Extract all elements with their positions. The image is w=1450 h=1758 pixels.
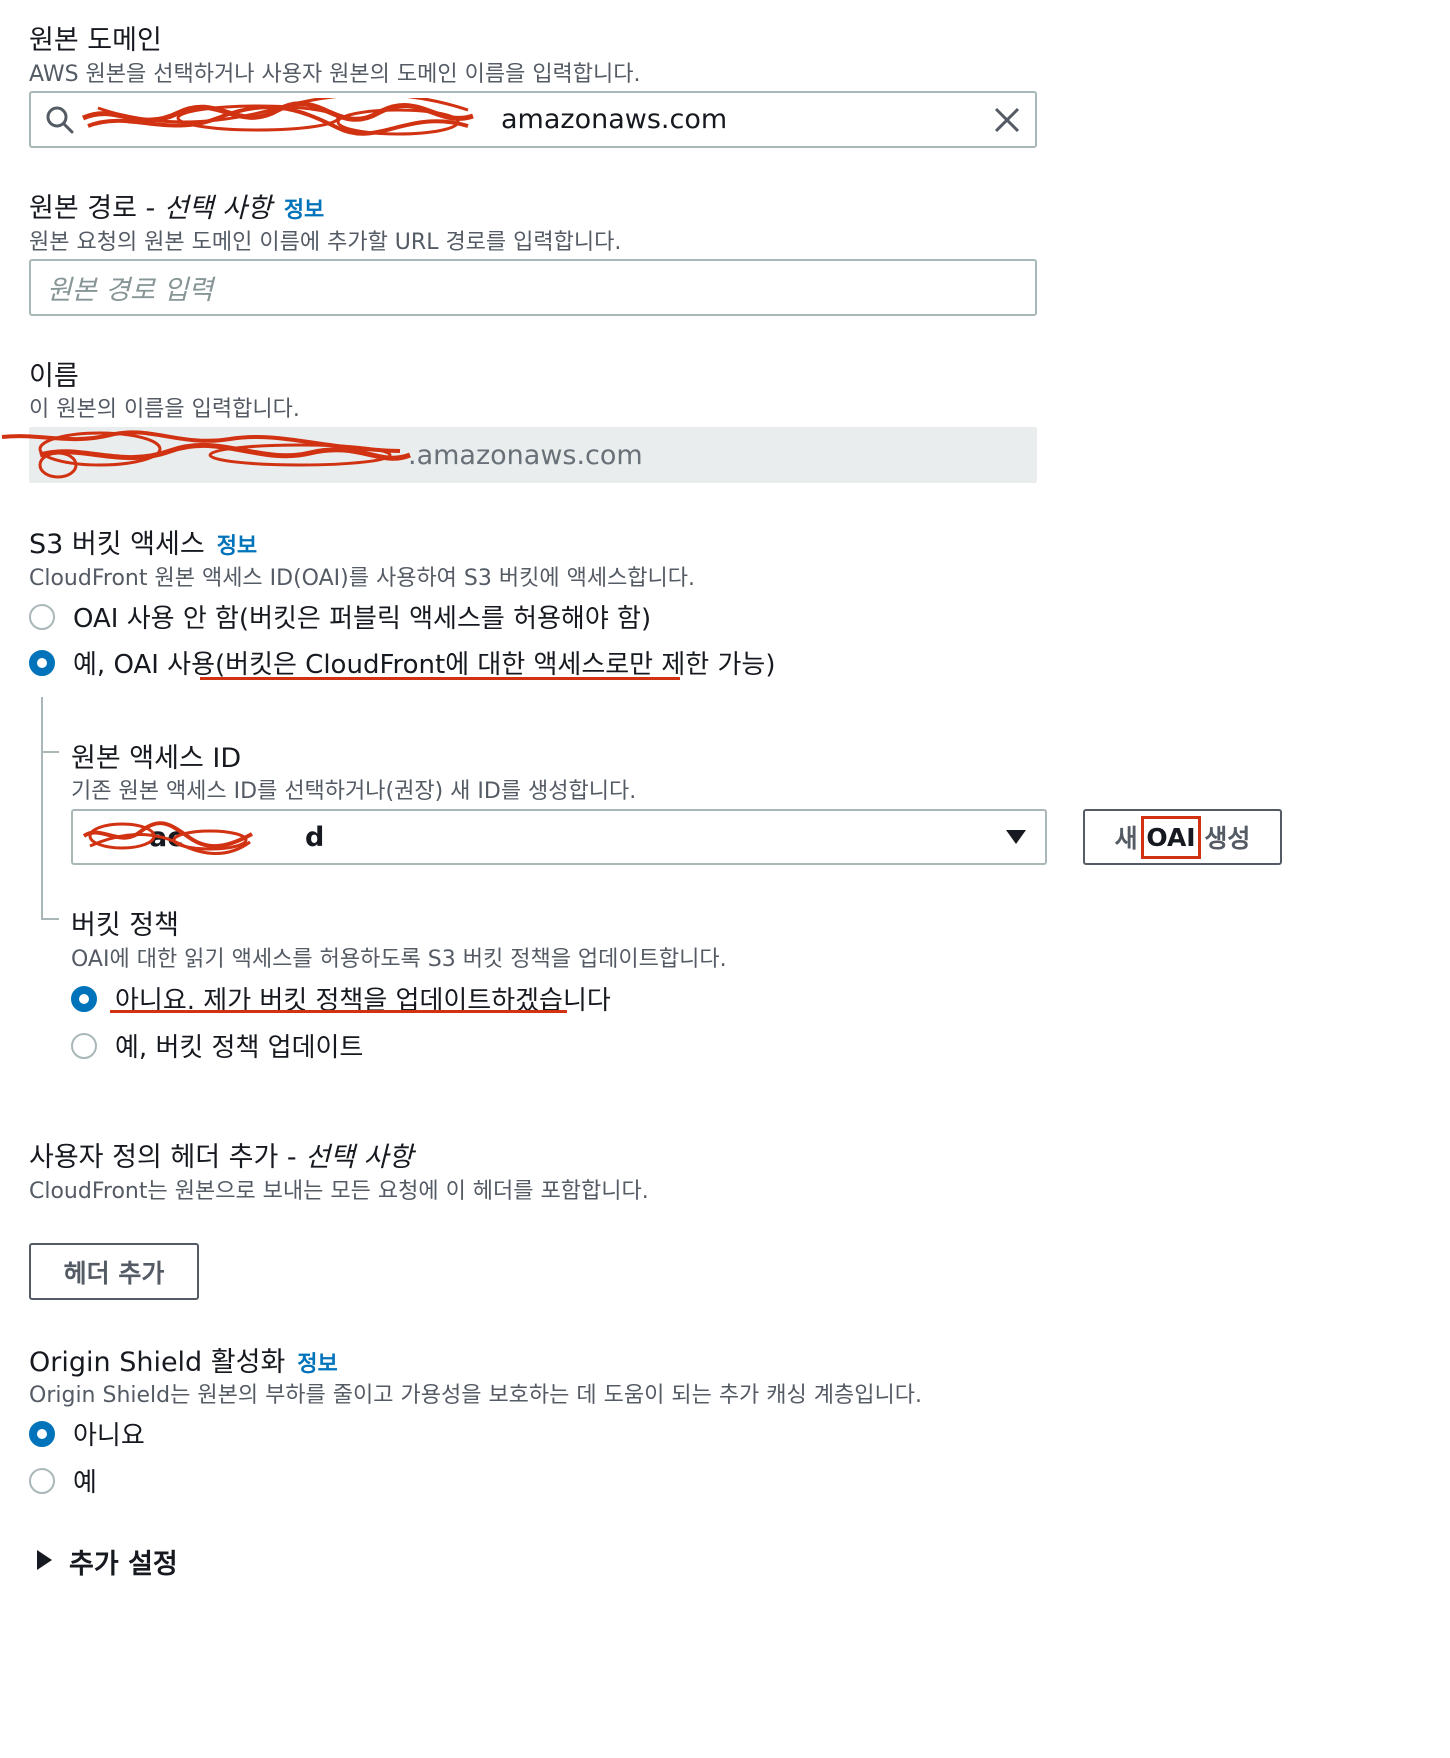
s3-access-option-use-oai[interactable]: 예, OAI 사용(버킷은 CloudFront에 대한 액세스로만 제한 가능… [29,644,775,681]
caret-right-icon [35,1549,53,1575]
optional-tag: 선택 사항 [305,1142,414,1173]
custom-headers-description: CloudFront는 원본으로 보내는 모든 요청에 이 헤더를 포함합니다. [29,1179,649,1204]
origin-path-label-text: 원본 경로 - [29,193,164,224]
redaction-scribble-oai [82,821,253,855]
annotation-box [1141,815,1201,859]
radio-button-selected[interactable] [71,985,97,1012]
custom-headers-label: 사용자 정의 헤더 추가 - 선택 사항 [29,1135,413,1174]
name-label: 이름 [29,361,79,392]
origin-shield-option-no[interactable]: 아니요 [29,1415,145,1452]
origin-shield-label-text: Origin Shield 활성화 [29,1347,286,1378]
radio-button-selected[interactable] [29,1420,55,1447]
tree-connector [41,697,43,919]
origin-domain-value: amazonaws.com [501,104,728,135]
custom-headers-label-text: 사용자 정의 헤더 추가 - [29,1142,306,1173]
origin-path-input[interactable]: 원본 경로 입력 [29,259,1037,316]
radio-button-selected[interactable] [29,649,55,676]
s3-access-label-text: S3 버킷 액세스 [29,529,205,560]
info-link[interactable]: 정보 [297,1352,337,1377]
create-oai-suffix: 생성 [1195,824,1251,853]
origin-shield-description: Origin Shield는 원본의 부하를 줄이고 가용성을 보호하는 데 도… [29,1383,922,1408]
tree-connector-branch [41,751,59,753]
radio-label: 아니요 [73,1421,145,1451]
s3-access-label: S3 버킷 액세스 정보 [29,522,257,561]
info-link[interactable]: 정보 [217,534,257,559]
oai-selected-value-tail: d [305,821,325,853]
search-icon [45,105,75,139]
origin-path-label: 원본 경로 - 선택 사항 정보 [29,186,324,225]
radio-label: OAI 사용 안 함(버킷은 퍼블릭 액세스를 허용해야 함) [73,604,652,634]
bucket-policy-option-yes[interactable]: 예, 버킷 정책 업데이트 [71,1027,363,1064]
radio-label: 예, OAI 사용(버킷은 CloudFront에 대한 액세스로만 제한 가능… [73,650,776,680]
s3-access-option-no-oai[interactable]: OAI 사용 안 함(버킷은 퍼블릭 액세스를 허용해야 함) [29,598,651,635]
origin-shield-label: Origin Shield 활성화 정보 [29,1340,338,1379]
origin-shield-option-yes[interactable]: 예 [29,1462,97,1499]
bucket-policy-label: 버킷 정책 [71,910,179,941]
create-oai-highlight: OAI [1141,815,1201,859]
s3-access-description: CloudFront 원본 액세스 ID(OAI)를 사용하여 S3 버킷에 액… [29,566,696,591]
radio-button[interactable] [29,1467,55,1494]
origin-path-description: 원본 요청의 원본 도메인 이름에 추가할 URL 경로를 입력합니다. [29,230,622,255]
redaction-scribble-name [1,430,411,479]
clear-icon[interactable] [993,106,1021,138]
annotation-underline [110,1010,567,1013]
info-link[interactable]: 정보 [284,198,324,223]
additional-settings-label: 추가 설정 [69,1549,178,1580]
tree-connector-branch [41,918,59,920]
radio-label: 예, 버킷 정책 업데이트 [115,1033,364,1063]
radio-button[interactable] [29,603,55,630]
origin-domain-description: AWS 원본을 선택하거나 사용자 원본의 도메인 이름을 입력합니다. [29,62,641,87]
caret-down-icon [1005,829,1027,849]
origin-domain-label: 원본 도메인 [29,25,162,56]
radio-button[interactable] [71,1032,97,1059]
add-header-button[interactable]: 헤더 추가 [29,1243,199,1300]
optional-tag: 선택 사항 [163,193,272,224]
bucket-policy-description: OAI에 대한 읽기 액세스를 허용하도록 S3 버킷 정책을 업데이트합니다. [71,947,727,972]
name-description: 이 원본의 이름을 입력합니다. [29,397,300,422]
radio-label: 예 [73,1468,97,1498]
origin-path-placeholder: 원본 경로 입력 [47,275,214,306]
name-value: .amazonaws.com [408,439,643,471]
annotation-underline [200,677,680,680]
create-oai-button[interactable]: 새 OAI 생성 [1083,809,1282,865]
oai-label: 원본 액세스 ID [71,743,242,774]
additional-settings-toggle[interactable]: 추가 설정 [35,1542,178,1581]
oai-description: 기존 원본 액세스 ID를 선택하거나(권장) 새 ID를 생성합니다. [71,779,637,804]
redaction-scribble-domain [82,98,474,136]
